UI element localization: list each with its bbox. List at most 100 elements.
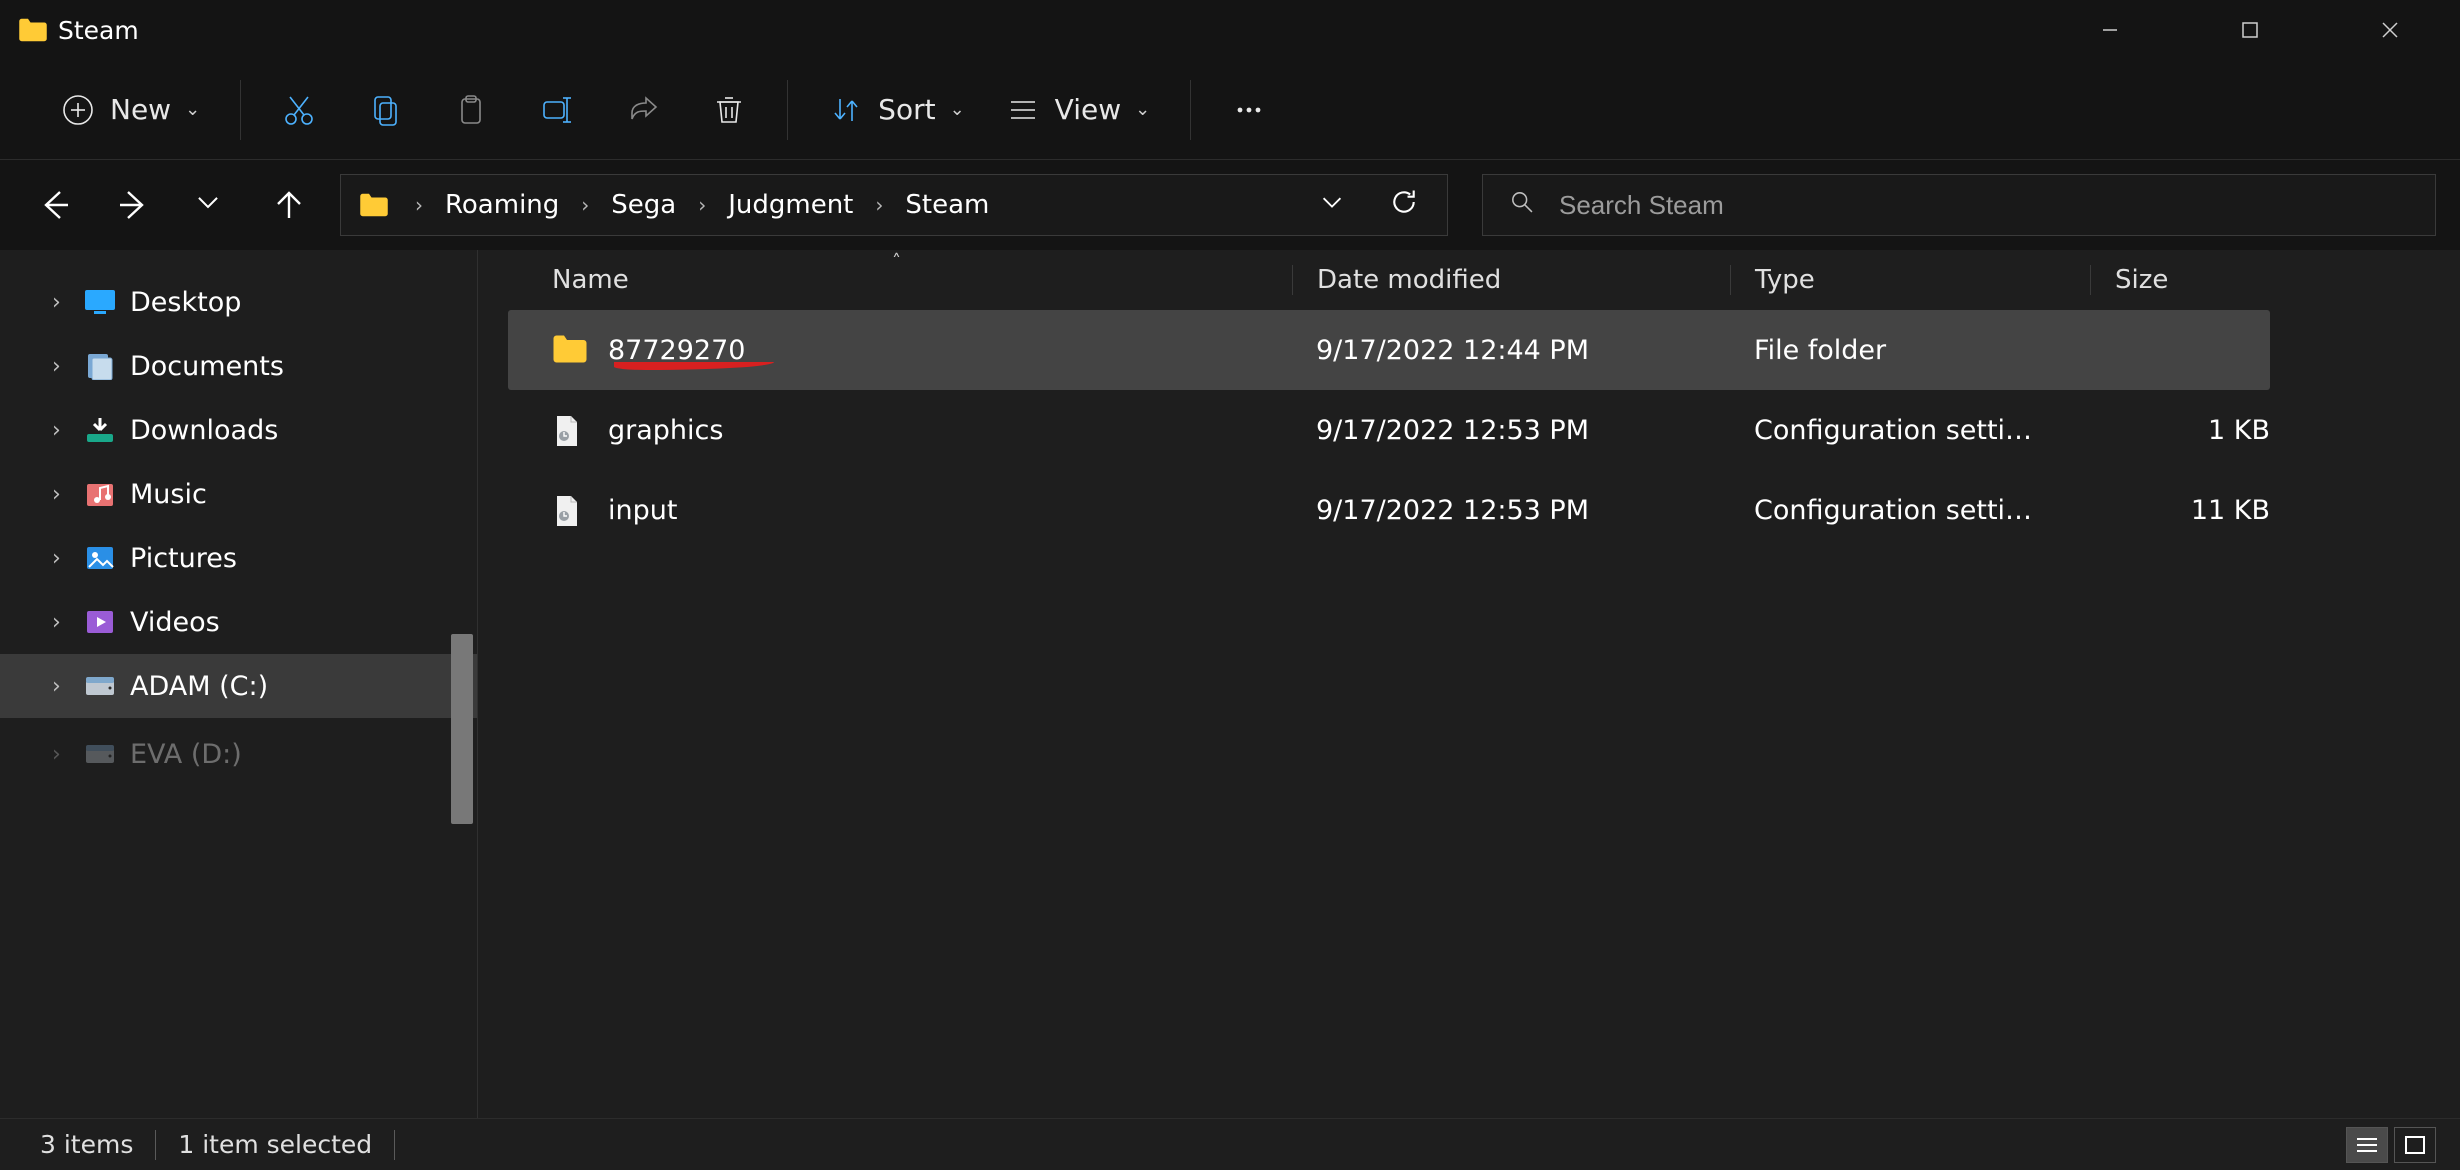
separator — [1190, 80, 1191, 140]
minimize-button[interactable] — [2040, 0, 2180, 60]
search-icon — [1509, 189, 1535, 221]
add-circle-icon — [60, 92, 96, 128]
column-name[interactable]: ˄ Name — [552, 265, 1292, 295]
sort-button[interactable]: Sort ⌄ — [828, 92, 965, 128]
table-row[interactable]: 87729270 9/17/2022 12:44 PMFile folder — [508, 310, 2270, 390]
config-icon — [552, 494, 588, 526]
column-date[interactable]: Date modified — [1292, 265, 1730, 295]
refresh-button[interactable] — [1389, 187, 1419, 223]
column-headers: ˄ Name Date modified Type Size — [478, 250, 2460, 310]
sidebar: ›Desktop›Documents›Downloads›Music›Pictu… — [0, 250, 478, 1118]
config-icon — [552, 414, 588, 446]
breadcrumb-segment[interactable]: Judgment — [722, 190, 859, 220]
folder-icon — [552, 334, 588, 366]
sort-asc-icon: ˄ — [892, 251, 901, 272]
file-size: 11 KB — [2090, 495, 2270, 526]
search-input[interactable] — [1559, 190, 2409, 221]
details-view-button[interactable] — [2346, 1127, 2388, 1163]
cut-button[interactable] — [281, 92, 317, 128]
file-type: Configuration setti… — [1730, 415, 2090, 446]
column-type[interactable]: Type — [1730, 265, 2090, 295]
new-button[interactable]: New ⌄ — [60, 92, 200, 128]
copy-button[interactable] — [367, 92, 403, 128]
window-title: Steam — [58, 16, 139, 45]
history-dropdown-button[interactable] — [1319, 189, 1345, 221]
status-selection: 1 item selected — [178, 1130, 372, 1159]
close-button[interactable] — [2320, 0, 2460, 60]
sort-label: Sort — [878, 93, 935, 126]
breadcrumb-segment[interactable]: Roaming — [439, 190, 565, 220]
chevron-right-icon: › — [52, 610, 70, 635]
music-icon — [84, 480, 116, 508]
sidebar-item-label: Videos — [130, 607, 220, 638]
breadcrumb-segment[interactable]: Steam — [899, 190, 995, 220]
delete-button[interactable] — [711, 92, 747, 128]
up-button[interactable] — [272, 188, 306, 222]
folder-icon — [18, 17, 48, 43]
search-box[interactable] — [1482, 174, 2436, 236]
paste-button[interactable] — [453, 92, 489, 128]
sidebar-item-label: Music — [130, 479, 207, 510]
pictures-icon — [84, 544, 116, 572]
chevron-right-icon: › — [52, 418, 70, 443]
folder-icon — [359, 192, 389, 218]
sidebar-item-pictures[interactable]: ›Pictures — [0, 526, 477, 590]
file-name: input — [608, 495, 677, 526]
file-size: 1 KB — [2090, 415, 2270, 446]
view-list-icon — [1005, 92, 1041, 128]
sidebar-item-label: Desktop — [130, 287, 241, 318]
chevron-right-icon: › — [52, 742, 70, 767]
file-date: 9/17/2022 12:44 PM — [1292, 335, 1730, 366]
table-row[interactable]: graphics 9/17/2022 12:53 PMConfiguration … — [508, 390, 2270, 470]
breadcrumb-bar[interactable]: › Roaming › Sega › Judgment › Steam — [340, 174, 1448, 236]
copy-icon — [367, 92, 403, 128]
breadcrumb-segment[interactable]: Sega — [605, 190, 682, 220]
rename-icon — [539, 92, 575, 128]
view-button[interactable]: View ⌄ — [1005, 92, 1151, 128]
rename-button[interactable] — [539, 92, 575, 128]
chevron-right-icon: › — [52, 354, 70, 379]
share-button[interactable] — [625, 92, 661, 128]
sidebar-item-videos[interactable]: › Videos — [0, 590, 477, 654]
file-pane: ˄ Name Date modified Type Size 87729270 9… — [478, 250, 2460, 1118]
recent-locations-button[interactable] — [194, 188, 228, 222]
chevron-right-icon: › — [52, 482, 70, 507]
file-name: 87729270 — [608, 335, 745, 366]
thumbnails-view-button[interactable] — [2394, 1127, 2436, 1163]
sidebar-item-downloads[interactable]: ›Downloads — [0, 398, 477, 462]
chevron-down-icon: ⌄ — [950, 99, 965, 120]
separator — [155, 1130, 156, 1160]
title-bar: Steam — [0, 0, 2460, 60]
chevron-down-icon: ⌄ — [1135, 99, 1150, 120]
breadcrumb-sep: › — [871, 193, 887, 217]
forward-button[interactable] — [116, 188, 150, 222]
table-row[interactable]: input 9/17/2022 12:53 PMConfiguration set… — [508, 470, 2270, 550]
scissors-icon — [281, 92, 317, 128]
separator — [394, 1130, 395, 1160]
file-type: Configuration setti… — [1730, 495, 2090, 526]
breadcrumb-sep: › — [411, 193, 427, 217]
sidebar-item-desktop[interactable]: ›Desktop — [0, 270, 477, 334]
drive-icon — [84, 740, 116, 768]
clipboard-icon — [453, 92, 489, 128]
file-type: File folder — [1730, 335, 2090, 366]
more-horizontal-icon — [1231, 92, 1267, 128]
separator — [240, 80, 241, 140]
sidebar-item-music[interactable]: › Music — [0, 462, 477, 526]
status-item-count: 3 items — [40, 1130, 133, 1159]
sidebar-item-adam-c-[interactable]: ›ADAM (C:) — [0, 654, 477, 718]
scrollbar-thumb[interactable] — [451, 634, 473, 824]
file-date: 9/17/2022 12:53 PM — [1292, 495, 1730, 526]
navigation-row: › Roaming › Sega › Judgment › Steam — [0, 160, 2460, 250]
toolbar: New ⌄ — [0, 60, 2460, 160]
file-name: graphics — [608, 415, 723, 446]
maximize-button[interactable] — [2180, 0, 2320, 60]
back-button[interactable] — [38, 188, 72, 222]
sidebar-item-eva-d-[interactable]: ›EVA (D:) — [0, 722, 477, 786]
sidebar-item-label: Documents — [130, 351, 284, 382]
view-label: View — [1055, 93, 1121, 126]
file-date: 9/17/2022 12:53 PM — [1292, 415, 1730, 446]
column-size[interactable]: Size — [2090, 265, 2330, 295]
sidebar-item-documents[interactable]: › Documents — [0, 334, 477, 398]
more-button[interactable] — [1231, 92, 1267, 128]
